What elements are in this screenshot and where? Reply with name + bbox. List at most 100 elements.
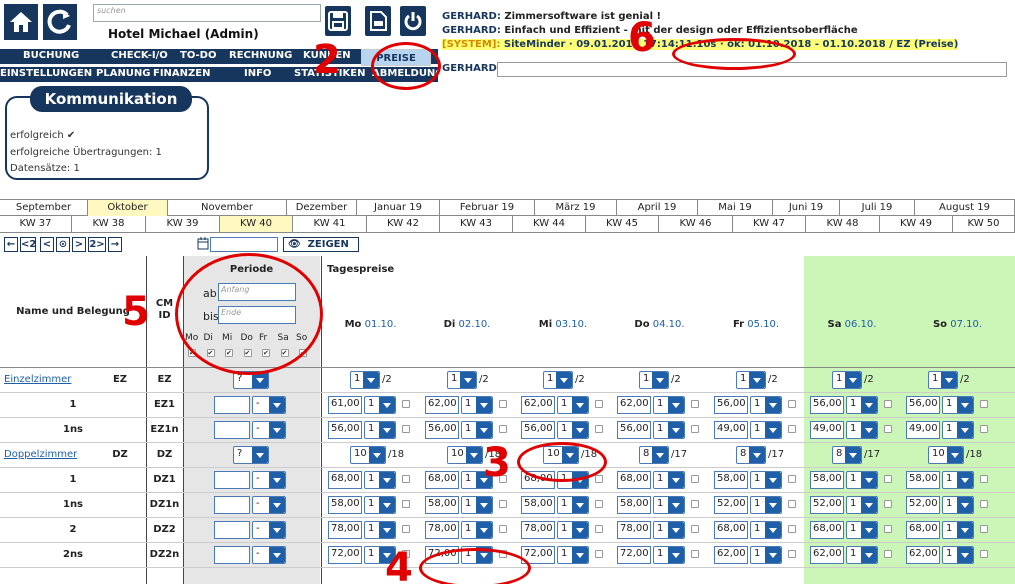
- price-input[interactable]: 56,00: [328, 421, 362, 439]
- week-tab-7[interactable]: KW 44: [513, 216, 586, 232]
- price-checkbox[interactable]: [402, 400, 410, 408]
- availability-select[interactable]: 1: [832, 371, 862, 389]
- price-input[interactable]: 78,00: [425, 521, 459, 539]
- quantity-select[interactable]: 1: [750, 421, 782, 439]
- quantity-select[interactable]: 1: [846, 546, 878, 564]
- month-tab-0[interactable]: September: [0, 200, 88, 216]
- price-checkbox[interactable]: [691, 550, 699, 558]
- quantity-select[interactable]: 1: [653, 496, 685, 514]
- month-tab-9[interactable]: Juni 19: [773, 200, 840, 216]
- periode-qty-select[interactable]: -: [252, 471, 286, 489]
- quantity-select[interactable]: 1: [942, 396, 974, 414]
- month-tab-8[interactable]: Mai 19: [698, 200, 773, 216]
- price-input[interactable]: 68,00: [906, 521, 940, 539]
- quantity-select[interactable]: 1: [557, 421, 589, 439]
- price-input[interactable]: 61,00: [328, 396, 362, 414]
- price-input[interactable]: 68,00: [425, 471, 459, 489]
- price-input[interactable]: 52,00: [810, 496, 844, 514]
- price-checkbox[interactable]: [884, 475, 892, 483]
- price-checkbox[interactable]: [402, 525, 410, 533]
- periode-qty-select[interactable]: -: [252, 496, 286, 514]
- nav-button-0[interactable]: ←: [4, 237, 18, 252]
- availability-select[interactable]: 1: [928, 371, 958, 389]
- quantity-select[interactable]: 1: [364, 521, 396, 539]
- room-category-link[interactable]: Einzelzimmer: [4, 374, 71, 385]
- quantity-select[interactable]: 1: [846, 396, 878, 414]
- quantity-select[interactable]: 1: [653, 421, 685, 439]
- quantity-select[interactable]: 1: [557, 396, 589, 414]
- periode-avail-select[interactable]: ?: [233, 446, 269, 464]
- date-input[interactable]: [210, 237, 278, 252]
- price-checkbox[interactable]: [691, 425, 699, 433]
- price-checkbox[interactable]: [499, 500, 507, 508]
- availability-select[interactable]: 8: [639, 446, 669, 464]
- price-checkbox[interactable]: [980, 500, 988, 508]
- price-checkbox[interactable]: [884, 400, 892, 408]
- price-input[interactable]: 78,00: [617, 521, 651, 539]
- quantity-select[interactable]: 1: [364, 496, 396, 514]
- search-input[interactable]: suchen: [93, 4, 321, 22]
- price-checkbox[interactable]: [691, 500, 699, 508]
- quantity-select[interactable]: 1: [942, 471, 974, 489]
- reload-button[interactable]: [43, 4, 77, 40]
- quantity-select[interactable]: 1: [750, 546, 782, 564]
- price-input[interactable]: 56,00: [425, 421, 459, 439]
- price-checkbox[interactable]: [402, 475, 410, 483]
- month-tab-4[interactable]: Januar 19: [357, 200, 440, 216]
- availability-select[interactable]: 1: [543, 371, 573, 389]
- price-checkbox[interactable]: [788, 400, 796, 408]
- quantity-select[interactable]: 1: [364, 396, 396, 414]
- nav-button-1[interactable]: <2: [20, 237, 36, 252]
- price-checkbox[interactable]: [595, 550, 603, 558]
- week-tab-2[interactable]: KW 39: [146, 216, 220, 232]
- quantity-select[interactable]: 1: [750, 521, 782, 539]
- periode-qty-select[interactable]: -: [252, 421, 286, 439]
- quantity-select[interactable]: 1: [846, 471, 878, 489]
- price-input[interactable]: 56,00: [714, 396, 748, 414]
- room-category-link[interactable]: Doppelzimmer: [4, 449, 77, 460]
- price-input[interactable]: 58,00: [328, 496, 362, 514]
- price-checkbox[interactable]: [402, 500, 410, 508]
- price-checkbox[interactable]: [980, 475, 988, 483]
- price-input[interactable]: 62,00: [906, 546, 940, 564]
- availability-select[interactable]: 1: [447, 371, 477, 389]
- price-input[interactable]: 56,00: [810, 396, 844, 414]
- quantity-select[interactable]: 1: [942, 421, 974, 439]
- availability-select[interactable]: 1: [736, 371, 766, 389]
- quantity-select[interactable]: 1: [653, 521, 685, 539]
- price-checkbox[interactable]: [595, 425, 603, 433]
- quantity-select[interactable]: 1: [653, 546, 685, 564]
- price-input[interactable]: 78,00: [521, 521, 555, 539]
- week-tab-0[interactable]: KW 37: [0, 216, 72, 232]
- quantity-select[interactable]: 1: [846, 521, 878, 539]
- price-checkbox[interactable]: [884, 525, 892, 533]
- price-checkbox[interactable]: [884, 500, 892, 508]
- quantity-select[interactable]: 1: [461, 496, 493, 514]
- nav-button-3[interactable]: ⊙: [56, 237, 70, 252]
- nav-button-4[interactable]: >: [72, 237, 86, 252]
- nav-button-2[interactable]: <: [40, 237, 54, 252]
- periode-price-input[interactable]: [214, 396, 250, 414]
- menu-finanzen[interactable]: FINANZEN: [153, 68, 210, 79]
- price-checkbox[interactable]: [499, 425, 507, 433]
- nav-button-5[interactable]: 2>: [88, 237, 106, 252]
- menu-info[interactable]: INFO: [244, 68, 271, 79]
- price-checkbox[interactable]: [402, 425, 410, 433]
- availability-select[interactable]: 10: [447, 446, 483, 464]
- month-tab-5[interactable]: Februar 19: [440, 200, 535, 216]
- month-tab-10[interactable]: Juli 19: [840, 200, 915, 216]
- price-checkbox[interactable]: [595, 400, 603, 408]
- quantity-select[interactable]: 1: [364, 421, 396, 439]
- save-button[interactable]: [325, 6, 351, 36]
- price-input[interactable]: 62,00: [714, 546, 748, 564]
- price-input[interactable]: 49,00: [714, 421, 748, 439]
- quantity-select[interactable]: 1: [942, 546, 974, 564]
- menu-rechnung[interactable]: RECHNUNG: [229, 50, 292, 61]
- price-input[interactable]: 58,00: [906, 471, 940, 489]
- price-checkbox[interactable]: [788, 425, 796, 433]
- price-checkbox[interactable]: [691, 525, 699, 533]
- quantity-select[interactable]: 1: [653, 471, 685, 489]
- quantity-select[interactable]: 1: [942, 521, 974, 539]
- price-checkbox[interactable]: [884, 425, 892, 433]
- availability-select[interactable]: 8: [736, 446, 766, 464]
